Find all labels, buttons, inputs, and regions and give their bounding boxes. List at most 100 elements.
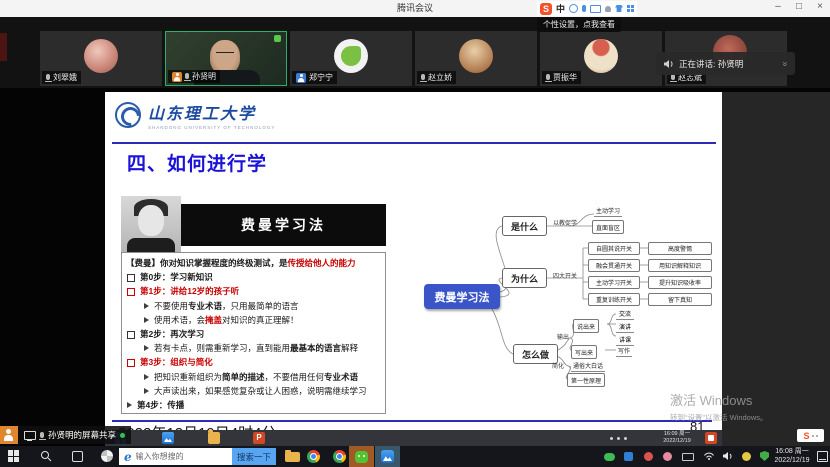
panel-line: 第2步：再次学习 [126, 327, 381, 341]
tray-pink-icon[interactable] [663, 452, 672, 461]
panel-lines: 【费曼】你对知识掌握程度的终极测试，是传授给他人的能力第0步：学习新知识第1步：… [121, 252, 386, 414]
sogou-tooltip: 个性设置，点我查看 [537, 17, 621, 32]
voice-input-icon[interactable] [582, 5, 586, 12]
feynman-photo [121, 196, 181, 252]
search-input[interactable]: e 输入你想搜的 [119, 448, 232, 465]
video-tile[interactable]: 刘翠娥 [40, 31, 162, 86]
task-view-button[interactable] [72, 451, 83, 462]
volume-icon[interactable] [722, 451, 733, 461]
action-center-icon[interactable] [817, 451, 828, 462]
chinese-mode-icon[interactable]: 中 [556, 2, 565, 15]
mindmap-leaf: 写作 [616, 346, 632, 357]
panel-text: 简单的描述 [222, 370, 265, 384]
window-title: 腾讯会议 [0, 0, 830, 17]
chrome-icon[interactable] [333, 450, 346, 463]
arrow-marker [144, 388, 149, 394]
tray-meeting-icon[interactable] [624, 452, 633, 461]
window-controls: – □ × [772, 1, 826, 12]
emoji-icon[interactable] [569, 4, 578, 13]
video-tile[interactable]: 郑宁宁 [290, 31, 412, 86]
avatar [334, 39, 368, 73]
panel-text: 第4步：传播 [137, 398, 184, 412]
participant-name: 贾振华 [553, 72, 577, 83]
panel-text: 第0步：学习新知识 [140, 270, 213, 284]
panel-text: 专业术语 [188, 299, 222, 313]
mindmap-cell: 自圆其说开关 [588, 242, 640, 255]
taskbar-clock[interactable]: 16:08 周一2022/12/19 [770, 448, 814, 465]
panel-text: 专业术语 [324, 370, 358, 384]
screen-share-indicator[interactable]: 孙贤明的屏幕共享 [0, 426, 131, 444]
soft-keyboard-icon[interactable] [590, 5, 601, 13]
mindmap-cell: 主动学习开关 [588, 276, 640, 289]
mindmap-edge-label: 以教促学 [553, 218, 577, 227]
maximize-button[interactable]: □ [793, 1, 805, 12]
checkbox-marker [127, 331, 135, 339]
sogou-input-toolbar[interactable]: S 中 [537, 1, 637, 16]
panel-line: 把知识重新组织为简单的描述，不要借用任何专业术语 [126, 370, 381, 384]
panel-line: 第4步：传播 [126, 398, 381, 412]
video-tile-active-speaker[interactable]: 孙贤明 [165, 31, 287, 86]
panel-text: 大声读出来，如果感觉复杂或让人困惑，说明需继续学习 [154, 384, 367, 398]
shared-screen-area: 山东理工大学 SHANDONG UNIVERSITY OF TECHNOLOGY… [0, 88, 830, 446]
pinwheel-app-icon[interactable] [101, 450, 113, 462]
minimize-button[interactable]: – [772, 1, 784, 12]
start-button[interactable] [8, 450, 20, 462]
collapse-chevron-icon[interactable]: » [780, 61, 790, 66]
monitor-icon [24, 431, 36, 440]
university-logo-icon [115, 102, 141, 128]
mindmap-row: 主动学习开关提升知识吸收率 [588, 276, 712, 289]
wechat-taskbar-button[interactable] [349, 446, 374, 467]
panel-text: 对知识的真正理解！ [222, 313, 299, 327]
meeting-taskbar-button[interactable] [375, 446, 400, 467]
panel-text: ，只用最简单的语言 [222, 299, 299, 313]
skin-icon[interactable] [615, 5, 623, 12]
panel-line: 第0步：学习新知识 [126, 270, 381, 284]
presenter-badge-icon [0, 426, 18, 444]
file-explorer-icon[interactable] [285, 452, 300, 462]
speaker-video [210, 40, 240, 74]
tray-yellow-icon[interactable] [742, 452, 751, 461]
presenter-badge-icon [172, 72, 182, 82]
arrow-marker [127, 402, 132, 408]
mindmap-why-rows: 自圆其说开关高度警惕融会贯通开关用知识解释知识主动学习开关提升知识吸收率重复训练… [588, 242, 712, 310]
wifi-icon[interactable] [703, 451, 715, 461]
chrome-icon[interactable] [307, 450, 320, 463]
tray-red-icon[interactable] [644, 452, 653, 461]
panel-text: 解释 [341, 341, 358, 355]
mindmap-cell: 留下真知 [648, 293, 712, 306]
mindmap-leaf: 通俗大白话 [571, 361, 605, 372]
tencent-meeting-icon [381, 450, 394, 463]
tray-green-icon[interactable] [604, 453, 615, 461]
account-icon[interactable] [605, 6, 611, 12]
mindmap-leaf: 讲课 [616, 335, 634, 346]
mindmap-row: 自圆其说开关高度警惕 [588, 242, 712, 255]
shared-ppt-tray-icon [705, 432, 717, 444]
panel-text: 最基本的语言 [290, 341, 341, 355]
search-go-button[interactable]: 搜索一下 [232, 448, 276, 465]
panel-text: ，不要借用任何 [265, 370, 325, 384]
panel-line: 第1步：讲给12岁的孩子听 [126, 284, 381, 298]
arrow-marker [144, 345, 149, 351]
tray-shield-icon[interactable] [760, 451, 769, 461]
checkbox-marker [127, 274, 135, 282]
tray-keyboard-icon[interactable] [682, 453, 694, 461]
toolbox-icon[interactable] [627, 5, 634, 12]
sogou-float-status[interactable]: S [797, 429, 824, 442]
panel-line: 【费曼】你对知识掌握程度的终极测试，是传授给他人的能力 [126, 256, 381, 270]
video-tile[interactable]: 赵立娇 [415, 31, 537, 86]
mindmap-cell: 高度警惕 [648, 242, 712, 255]
browser-e-icon: e [124, 450, 132, 464]
panel-text: 【费曼】你对知识掌握程度的终极测试，是 [126, 256, 288, 270]
sogou-logo-icon[interactable]: S [540, 3, 552, 15]
panel-text: 第2步：再次学习 [140, 327, 204, 341]
mindmap-cell: 融会贯通开关 [588, 259, 640, 272]
panel-line: 若有卡点，则需重新学习，直到能用最基本的语言解释 [126, 341, 381, 355]
mindmap-row: 融会贯通开关用知识解释知识 [588, 259, 712, 272]
mindmap-branch-what: 是什么 [502, 216, 547, 236]
panel-text: 不要使用 [154, 299, 188, 313]
search-icon[interactable] [40, 450, 52, 462]
video-tile[interactable]: 贾振华 [540, 31, 662, 86]
close-button[interactable]: × [814, 1, 826, 12]
slide-title: 四、如何进行学 [127, 149, 267, 176]
header-divider [112, 142, 716, 144]
